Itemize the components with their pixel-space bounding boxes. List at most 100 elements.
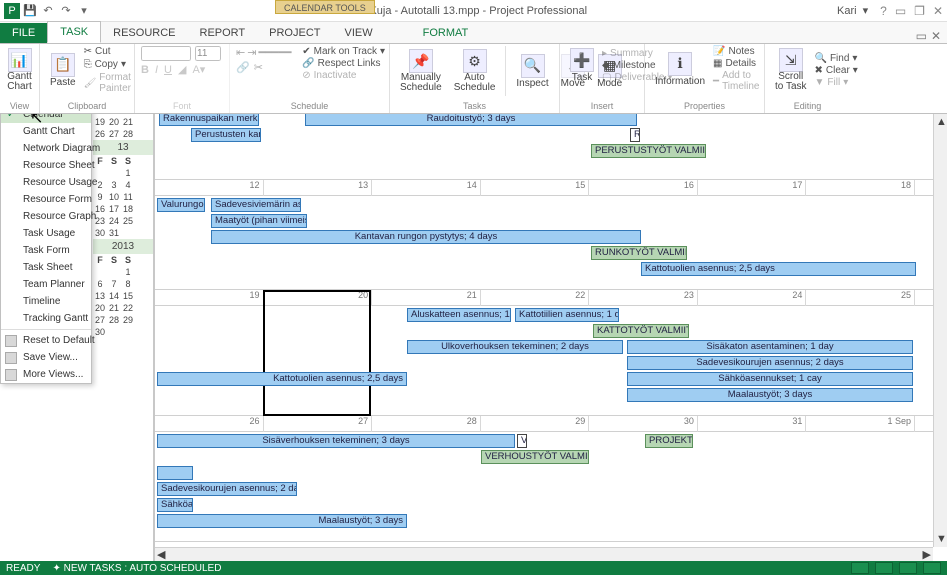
bar-perustus-valmis[interactable]: PERUSTUSTYÖT VALMIIT xyxy=(591,144,706,158)
day-header[interactable]: 26 xyxy=(155,416,264,432)
bold-button[interactable]: B xyxy=(141,64,149,76)
view-task-usage[interactable]: Task Usage xyxy=(1,225,91,242)
task-button[interactable]: ➕Task xyxy=(566,46,598,85)
tab-report[interactable]: REPORT xyxy=(188,23,258,43)
notes-button[interactable]: 📝 Notes xyxy=(713,46,759,57)
font-size-select[interactable] xyxy=(195,46,221,61)
tab-resource[interactable]: RESOURCE xyxy=(101,23,187,43)
v-scrollbar[interactable]: ▲▼ xyxy=(933,114,947,547)
view-resource-form[interactable]: Resource Form xyxy=(1,191,91,208)
view-resource-usage[interactable]: Resource Usage xyxy=(1,174,91,191)
close-icon[interactable]: ✕ xyxy=(933,4,943,18)
timeline-button[interactable]: ━ Add to Timeline xyxy=(713,70,759,92)
day-header[interactable]: 14 xyxy=(372,180,481,196)
day-header[interactable]: 29 xyxy=(481,416,590,432)
day-header[interactable]: 31 xyxy=(698,416,807,432)
view-shortcut-4[interactable] xyxy=(923,562,941,574)
gantt-chart-button[interactable]: 📊 Gantt Chart xyxy=(6,46,33,94)
view-team-planner[interactable]: Team Planner xyxy=(1,276,91,293)
bar-sadevesi3[interactable]: Sadevesikourujen asennus; 2 days xyxy=(157,482,297,496)
day-header[interactable]: 28 xyxy=(372,416,481,432)
bar-maalaus1[interactable]: Maalaustyöt; 3 days xyxy=(627,388,913,402)
bar-sisakado[interactable] xyxy=(157,466,193,480)
collapse-ribbon-icon[interactable]: ▭ xyxy=(916,29,927,43)
paste-button[interactable]: 📋 Paste xyxy=(46,51,80,90)
bar-kattotuoli2[interactable]: Kattotuolien asennus; 2,5 days xyxy=(157,372,407,386)
bar-verhous-valmis[interactable]: VERHOUSTYÖT VALMIIT xyxy=(481,450,589,464)
bar-runko-valmis[interactable]: RUNKOTYÖT VALMIIT xyxy=(591,246,687,260)
day-header[interactable]: 1 Sep xyxy=(806,416,915,432)
reset-default[interactable]: Reset to Default xyxy=(1,332,91,349)
bar-v[interactable]: V xyxy=(517,434,527,448)
view-shortcut-2[interactable] xyxy=(875,562,893,574)
day-header[interactable]: 25 xyxy=(806,290,915,306)
view-resource-graph[interactable]: Resource Graph xyxy=(1,208,91,225)
view-network-diagram[interactable]: Network Diagram xyxy=(1,140,91,157)
tab-view[interactable]: VIEW xyxy=(332,23,384,43)
information-button[interactable]: ℹInformation xyxy=(651,50,709,89)
bar-raudoitus[interactable]: Raudoitustyö; 3 days xyxy=(305,114,637,126)
bar-maalaus2[interactable]: Maalaustyöt; 3 days xyxy=(157,514,407,528)
underline-button[interactable]: U xyxy=(164,64,172,76)
mini-calendar[interactable]: 121314192021262728 13 FSS123491011161718… xyxy=(93,114,153,338)
bar-aluskate[interactable]: Aluskatteen asennus; 1 day xyxy=(407,308,511,322)
day-header[interactable]: 30 xyxy=(589,416,698,432)
more-views[interactable]: More Views... xyxy=(1,366,91,383)
bar-valurungon[interactable]: Valurungon xyxy=(157,198,205,212)
status-newtasks[interactable]: ✦ NEW TASKS : AUTO SCHEDULED xyxy=(52,563,221,574)
auto-schedule-button[interactable]: ⚙Auto Schedule xyxy=(450,47,500,95)
view-timeline[interactable]: Timeline xyxy=(1,293,91,310)
day-header[interactable]: 27 xyxy=(264,416,373,432)
fill-button[interactable]: ▼ Fill ▾ xyxy=(815,77,858,88)
day-header[interactable]: 23 xyxy=(589,290,698,306)
view-gantt-chart[interactable]: Gantt Chart xyxy=(1,123,91,140)
help-icon[interactable]: ? xyxy=(880,4,887,18)
manually-schedule-button[interactable]: 📌Manually Schedule xyxy=(396,47,446,95)
bar-sahko[interactable]: Sähköasennukset; 1 cay xyxy=(627,372,913,386)
format-painter-button[interactable]: 🖌 Format Painter xyxy=(84,72,131,94)
day-header[interactable]: 19 xyxy=(155,290,264,306)
link-button[interactable]: 🔗 xyxy=(236,61,250,74)
view-tracking-gantt[interactable]: Tracking Gantt xyxy=(1,310,91,327)
undo-icon[interactable]: ↶ xyxy=(40,3,56,19)
bar-sisakaton[interactable]: Sisäkaton asentaminen; 1 day xyxy=(627,340,913,354)
day-header[interactable]: 17 xyxy=(698,180,807,196)
view-calendar[interactable]: Calendar xyxy=(1,114,91,123)
day-header[interactable]: 18 xyxy=(806,180,915,196)
restore-icon[interactable]: ❐ xyxy=(914,4,925,18)
save-view[interactable]: Save View... xyxy=(1,349,91,366)
bar-ulkoverhous[interactable]: Ulkoverhouksen tekeminen; 2 days xyxy=(407,340,623,354)
details-button[interactable]: ▦ Details xyxy=(713,58,759,69)
view-shortcut-3[interactable] xyxy=(899,562,917,574)
redo-icon[interactable]: ↷ xyxy=(58,3,74,19)
mark-track-button[interactable]: ✔ Mark on Track ▾ xyxy=(302,46,385,57)
cut-button[interactable]: ✂ Cut xyxy=(84,46,131,57)
day-header[interactable]: 12 xyxy=(155,180,264,196)
tab-project[interactable]: PROJECT xyxy=(257,23,332,43)
bar-sahkoas[interactable]: Sähköas xyxy=(157,498,193,512)
tab-file[interactable]: FILE xyxy=(0,23,47,43)
user-dropdown-icon[interactable]: ▾ xyxy=(863,4,869,17)
view-task-form[interactable]: Task Form xyxy=(1,242,91,259)
user-name[interactable]: Kari xyxy=(837,5,857,17)
h-scrollbar[interactable]: ◀▶ xyxy=(155,547,933,561)
bar-sadevesi[interactable]: Sadevesiviemärin asen xyxy=(211,198,301,212)
day-header[interactable]: 16 xyxy=(589,180,698,196)
outdent-button[interactable]: ⇤ xyxy=(236,46,245,59)
scroll-to-task-button[interactable]: ⇲Scroll to Task xyxy=(771,46,811,94)
italic-button[interactable]: I xyxy=(155,64,158,76)
bar-perustus-kan[interactable]: Perustusten kan xyxy=(191,128,261,142)
bar-kattotuoli1[interactable]: Kattotuolien asennus; 2,5 days xyxy=(641,262,916,276)
tab-task[interactable]: TASK xyxy=(47,21,101,43)
qat-dropdown-icon[interactable]: ▾ xyxy=(76,3,92,19)
view-resource-sheet[interactable]: Resource Sheet xyxy=(1,157,91,174)
fill-color-button[interactable]: ◢ xyxy=(178,63,186,76)
minimize-icon[interactable]: ▭ xyxy=(895,4,906,18)
indent-button[interactable]: ⇥ xyxy=(247,46,256,59)
unlink-button[interactable]: ✂ xyxy=(254,61,263,74)
doc-close-icon[interactable]: ✕ xyxy=(931,29,941,43)
bar-rakennus[interactable]: Rakennuspaikan merkitse xyxy=(159,114,259,126)
bar-kantava[interactable]: Kantavan rungon pystytys; 4 days xyxy=(211,230,641,244)
bar-katto-valmis[interactable]: KATTOTYÖT VALMIIT xyxy=(593,324,689,338)
bar-sadevesi2[interactable]: Sadevesikourujen asennus; 2 days xyxy=(627,356,913,370)
